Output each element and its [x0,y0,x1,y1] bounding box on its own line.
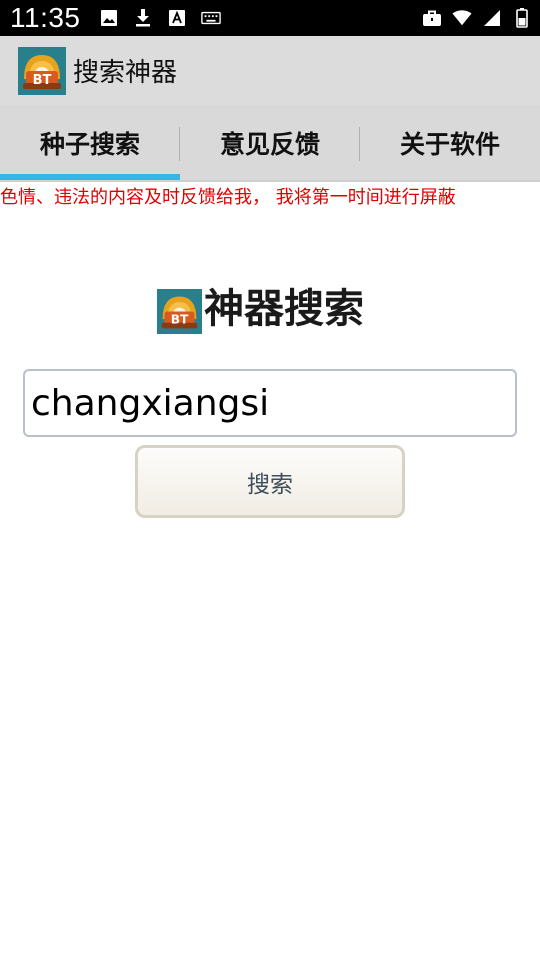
keyboard-icon [200,8,221,28]
briefcase-icon [422,8,442,28]
bt-logo-icon: BT [157,289,202,334]
status-time: 11:35 [10,2,81,33]
notice-text: 、色情、违法的内容及时反馈给我， 我将第一时间进行屏蔽 [0,187,456,208]
download-icon [133,8,153,28]
image-icon [99,8,119,28]
status-bar: 11:35 [0,0,540,36]
wifi-icon [452,8,472,28]
app-title: 搜索神器 [73,58,178,88]
app-bar: BT 搜索神器 [0,36,540,105]
search-input[interactable] [23,369,517,437]
search-button-label: 搜索 [247,471,293,498]
tab-label: 意见反馈 [219,129,320,159]
tab-torrent-search[interactable]: 种子搜索 [0,105,180,180]
app-logo-text: BT [33,73,52,88]
tab-feedback[interactable]: 意见反馈 [180,105,360,180]
battery-icon [512,8,532,28]
app-logo-icon: BT [18,46,66,95]
signal-icon [482,8,502,28]
tab-label: 关于软件 [399,129,500,159]
text-a-icon [167,8,187,28]
search-button[interactable]: 搜索 [135,445,405,518]
status-system-icons [422,0,532,36]
search-heading: BT 神器搜索 [157,284,364,334]
page-title: 神器搜索 [204,286,364,332]
tab-label: 种子搜索 [39,129,140,159]
tab-about[interactable]: 关于软件 [360,105,540,180]
heading-logo-text: BT [171,313,189,327]
scrolling-notice: 、色情、违法的内容及时反馈给我， 我将第一时间进行屏蔽 [0,184,540,212]
tab-bar: 种子搜索 意见反馈 关于软件 [0,105,540,180]
tab-bar-divider [0,180,540,182]
status-notification-icons [99,8,221,28]
